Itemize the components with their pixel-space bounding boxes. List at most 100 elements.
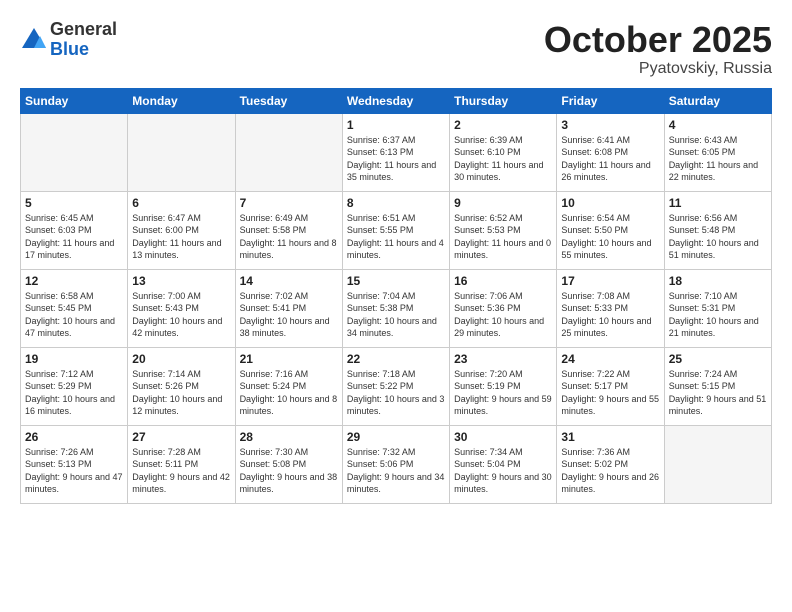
calendar-cell: 3Sunrise: 6:41 AM Sunset: 6:08 PM Daylig…: [557, 113, 664, 191]
day-number: 25: [669, 352, 767, 366]
col-friday: Friday: [557, 88, 664, 113]
calendar-week-row: 5 Sunrise: 6:45 AM Sunset: 6:03 PM Daylig…: [21, 191, 772, 269]
day-number: 16: [454, 274, 552, 288]
calendar-cell: 19Sunrise: 7:12 AM Sunset: 5:29 PM Dayli…: [21, 347, 128, 425]
day-info: Sunrise: 7:00 AM Sunset: 5:43 PM Dayligh…: [132, 290, 230, 340]
day-number: 30: [454, 430, 552, 444]
col-tuesday: Tuesday: [235, 88, 342, 113]
day-number: 31: [561, 430, 659, 444]
day-info: Sunrise: 7:10 AM Sunset: 5:31 PM Dayligh…: [669, 290, 767, 340]
day-info: Sunrise: 7:18 AM Sunset: 5:22 PM Dayligh…: [347, 368, 445, 418]
day-number: 10: [561, 196, 659, 210]
day-number: 20: [132, 352, 230, 366]
day-number: 13: [132, 274, 230, 288]
day-info: Sunrise: 6:45 AM Sunset: 6:03 PM Dayligh…: [25, 212, 123, 262]
calendar-week-row: 1 Sunrise: 6:37 AM Sunset: 6:13 PM Daylig…: [21, 113, 772, 191]
calendar-cell: 9Sunrise: 6:52 AM Sunset: 5:53 PM Daylig…: [450, 191, 557, 269]
day-info: Sunrise: 6:39 AM Sunset: 6:10 PM Dayligh…: [454, 134, 552, 184]
day-info: Sunrise: 7:14 AM Sunset: 5:26 PM Dayligh…: [132, 368, 230, 418]
day-info: Sunrise: 7:04 AM Sunset: 5:38 PM Dayligh…: [347, 290, 445, 340]
day-number: 2: [454, 118, 552, 132]
calendar-cell: 31 Sunrise: 7:36 AM Sunset: 5:02 PM Dayli…: [557, 425, 664, 503]
calendar-cell: 10 Sunrise: 6:54 AM Sunset: 5:50 PM Dayli…: [557, 191, 664, 269]
day-info: Sunrise: 7:26 AM Sunset: 5:13 PM Dayligh…: [25, 446, 123, 496]
day-number: 12: [25, 274, 123, 288]
day-info: Sunrise: 7:36 AM Sunset: 5:02 PM Dayligh…: [561, 446, 659, 496]
day-number: 21: [240, 352, 338, 366]
day-number: 9: [454, 196, 552, 210]
day-number: 14: [240, 274, 338, 288]
day-number: 24: [561, 352, 659, 366]
logo-general: General: [50, 20, 117, 40]
day-info: Sunrise: 6:37 AM Sunset: 6:13 PM Dayligh…: [347, 134, 445, 184]
title-section: October 2025 Pyatovskiy, Russia: [544, 20, 772, 78]
page: General Blue October 2025 Pyatovskiy, Ru…: [0, 0, 792, 612]
day-info: Sunrise: 6:43 AM Sunset: 6:05 PM Dayligh…: [669, 134, 767, 184]
day-info: Sunrise: 6:54 AM Sunset: 5:50 PM Dayligh…: [561, 212, 659, 262]
day-info: Sunrise: 7:32 AM Sunset: 5:06 PM Dayligh…: [347, 446, 445, 496]
calendar: Sunday Monday Tuesday Wednesday Thursday…: [20, 88, 772, 504]
calendar-cell: 29 Sunrise: 7:32 AM Sunset: 5:06 PM Dayli…: [342, 425, 449, 503]
day-info: Sunrise: 7:16 AM Sunset: 5:24 PM Dayligh…: [240, 368, 338, 418]
day-info: Sunrise: 6:41 AM Sunset: 6:08 PM Dayligh…: [561, 134, 659, 184]
day-number: 15: [347, 274, 445, 288]
day-number: 29: [347, 430, 445, 444]
calendar-cell: 25 Sunrise: 7:24 AM Sunset: 5:15 PM Dayli…: [664, 347, 771, 425]
calendar-cell: 7 Sunrise: 6:49 AM Sunset: 5:58 PM Daylig…: [235, 191, 342, 269]
day-info: Sunrise: 7:08 AM Sunset: 5:33 PM Dayligh…: [561, 290, 659, 340]
calendar-cell: 5 Sunrise: 6:45 AM Sunset: 6:03 PM Daylig…: [21, 191, 128, 269]
day-info: Sunrise: 7:22 AM Sunset: 5:17 PM Dayligh…: [561, 368, 659, 418]
calendar-cell: 8Sunrise: 6:51 AM Sunset: 5:55 PM Daylig…: [342, 191, 449, 269]
day-number: 17: [561, 274, 659, 288]
day-number: 26: [25, 430, 123, 444]
calendar-cell: 14Sunrise: 7:02 AM Sunset: 5:41 PM Dayli…: [235, 269, 342, 347]
day-info: Sunrise: 7:24 AM Sunset: 5:15 PM Dayligh…: [669, 368, 767, 418]
day-number: 8: [347, 196, 445, 210]
day-info: Sunrise: 7:12 AM Sunset: 5:29 PM Dayligh…: [25, 368, 123, 418]
calendar-cell: [21, 113, 128, 191]
calendar-cell: 4 Sunrise: 6:43 AM Sunset: 6:05 PM Daylig…: [664, 113, 771, 191]
day-info: Sunrise: 7:06 AM Sunset: 5:36 PM Dayligh…: [454, 290, 552, 340]
day-info: Sunrise: 7:34 AM Sunset: 5:04 PM Dayligh…: [454, 446, 552, 496]
location: Pyatovskiy, Russia: [544, 60, 772, 78]
logo: General Blue: [20, 20, 117, 60]
logo-text: General Blue: [50, 20, 117, 60]
calendar-cell: 18 Sunrise: 7:10 AM Sunset: 5:31 PM Dayli…: [664, 269, 771, 347]
calendar-cell: 2 Sunrise: 6:39 AM Sunset: 6:10 PM Daylig…: [450, 113, 557, 191]
day-info: Sunrise: 6:49 AM Sunset: 5:58 PM Dayligh…: [240, 212, 338, 262]
calendar-cell: [664, 425, 771, 503]
day-number: 7: [240, 196, 338, 210]
day-number: 23: [454, 352, 552, 366]
calendar-cell: 22 Sunrise: 7:18 AM Sunset: 5:22 PM Dayli…: [342, 347, 449, 425]
calendar-week-row: 26 Sunrise: 7:26 AM Sunset: 5:13 PM Dayli…: [21, 425, 772, 503]
calendar-cell: 11Sunrise: 6:56 AM Sunset: 5:48 PM Dayli…: [664, 191, 771, 269]
day-number: 28: [240, 430, 338, 444]
calendar-cell: 16 Sunrise: 7:06 AM Sunset: 5:36 PM Dayli…: [450, 269, 557, 347]
day-number: 6: [132, 196, 230, 210]
day-number: 11: [669, 196, 767, 210]
day-number: 4: [669, 118, 767, 132]
month-title: October 2025: [544, 20, 772, 60]
calendar-cell: 13 Sunrise: 7:00 AM Sunset: 5:43 PM Dayli…: [128, 269, 235, 347]
calendar-cell: 26 Sunrise: 7:26 AM Sunset: 5:13 PM Dayli…: [21, 425, 128, 503]
logo-blue: Blue: [50, 40, 117, 60]
day-number: 5: [25, 196, 123, 210]
calendar-cell: 21 Sunrise: 7:16 AM Sunset: 5:24 PM Dayli…: [235, 347, 342, 425]
calendar-cell: 28 Sunrise: 7:30 AM Sunset: 5:08 PM Dayli…: [235, 425, 342, 503]
calendar-cell: 15 Sunrise: 7:04 AM Sunset: 5:38 PM Dayli…: [342, 269, 449, 347]
col-sunday: Sunday: [21, 88, 128, 113]
calendar-cell: 23Sunrise: 7:20 AM Sunset: 5:19 PM Dayli…: [450, 347, 557, 425]
day-info: Sunrise: 7:30 AM Sunset: 5:08 PM Dayligh…: [240, 446, 338, 496]
day-number: 18: [669, 274, 767, 288]
header: General Blue October 2025 Pyatovskiy, Ru…: [20, 20, 772, 78]
col-wednesday: Wednesday: [342, 88, 449, 113]
day-number: 22: [347, 352, 445, 366]
day-info: Sunrise: 6:47 AM Sunset: 6:00 PM Dayligh…: [132, 212, 230, 262]
day-info: Sunrise: 6:58 AM Sunset: 5:45 PM Dayligh…: [25, 290, 123, 340]
calendar-week-row: 19Sunrise: 7:12 AM Sunset: 5:29 PM Dayli…: [21, 347, 772, 425]
calendar-cell: 27Sunrise: 7:28 AM Sunset: 5:11 PM Dayli…: [128, 425, 235, 503]
day-number: 27: [132, 430, 230, 444]
day-number: 1: [347, 118, 445, 132]
calendar-cell: 6 Sunrise: 6:47 AM Sunset: 6:00 PM Daylig…: [128, 191, 235, 269]
calendar-cell: 1 Sunrise: 6:37 AM Sunset: 6:13 PM Daylig…: [342, 113, 449, 191]
